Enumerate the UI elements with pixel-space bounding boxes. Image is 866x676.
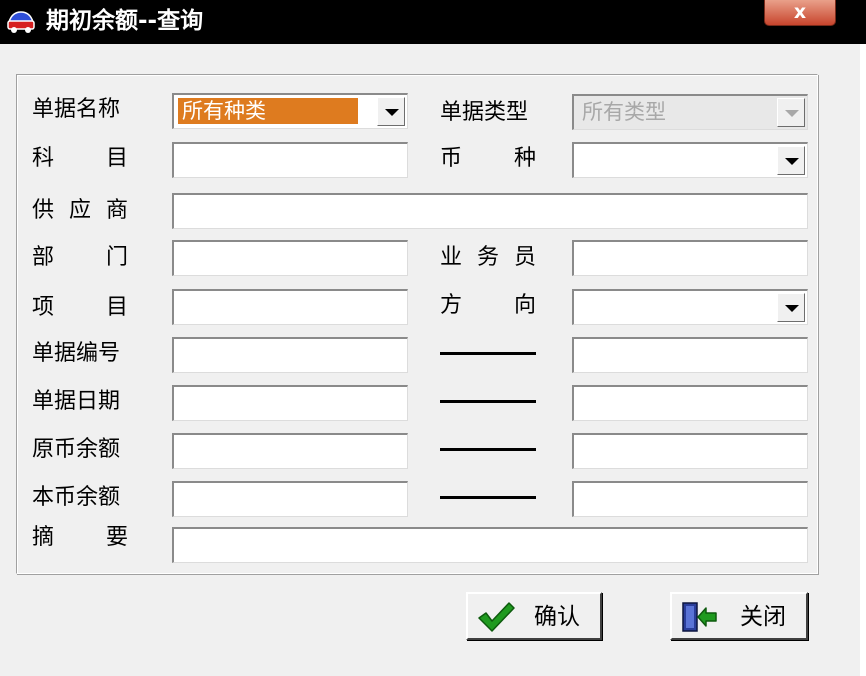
doc-name-dropdown[interactable]: 所有种类 [172, 93, 408, 129]
summary-input[interactable] [172, 527, 808, 563]
confirm-button-label: 确认 [534, 604, 580, 630]
label-subject: 科 目 [32, 145, 128, 173]
label-salesperson-char: 务 [476, 245, 499, 270]
label-supplier-char: 应 [68, 198, 91, 223]
supplier-input[interactable] [172, 193, 808, 229]
car-app-icon [7, 11, 35, 33]
label-direction: 方 向 [440, 292, 536, 320]
direction-dropdown[interactable] [572, 289, 808, 325]
doc-date-to-input[interactable] [572, 385, 808, 421]
window-close-button[interactable]: x [764, 0, 836, 26]
subject-input[interactable] [172, 142, 408, 178]
project-input[interactable] [172, 289, 408, 325]
label-project-char: 项 [32, 295, 55, 320]
confirm-button[interactable]: 确认 [466, 592, 602, 640]
label-doc-type: 单据类型 [440, 100, 529, 125]
label-doc-date: 单据日期 [32, 389, 121, 414]
label-direction-char: 方 [440, 293, 463, 318]
range-separator [440, 448, 536, 451]
exit-door-icon [682, 602, 717, 632]
range-separator [440, 400, 536, 403]
orig-balance-from-input[interactable] [172, 433, 408, 469]
label-project: 项 目 [32, 294, 128, 322]
dropdown-arrow-icon [777, 98, 805, 127]
checkmark-icon [478, 602, 515, 632]
label-doc-number: 单据编号 [32, 341, 121, 366]
dropdown-arrow-icon[interactable] [777, 293, 805, 322]
label-department: 部 门 [32, 244, 128, 272]
label-currency-char: 种 [513, 146, 536, 171]
currency-dropdown[interactable] [572, 142, 808, 178]
salesperson-input[interactable] [572, 240, 808, 276]
title-bar: 期初余额--查询 [0, 0, 866, 44]
orig-balance-to-input[interactable] [572, 433, 808, 469]
local-balance-to-input[interactable] [572, 481, 808, 517]
label-doc-name: 单据名称 [32, 97, 121, 122]
label-supplier-char: 供 [32, 198, 55, 223]
range-separator [440, 496, 536, 499]
label-subject-char: 目 [105, 146, 128, 171]
label-summary-char: 摘 [32, 525, 55, 550]
label-department-char: 部 [32, 245, 55, 270]
label-summary-char: 要 [105, 525, 128, 550]
label-currency-char: 币 [440, 146, 463, 171]
label-department-char: 门 [105, 245, 128, 270]
local-balance-from-input[interactable] [172, 481, 408, 517]
label-summary: 摘 要 [32, 524, 128, 552]
close-button-label: 关闭 [740, 604, 786, 630]
window-edge [860, 44, 866, 676]
range-separator [440, 352, 536, 355]
doc-number-to-input[interactable] [572, 337, 808, 373]
label-subject-char: 科 [32, 146, 55, 171]
doc-type-selected-value: 所有类型 [582, 100, 666, 124]
dropdown-arrow-icon[interactable] [377, 97, 405, 126]
label-supplier: 供 应 商 [32, 197, 128, 225]
doc-type-dropdown: 所有类型 [572, 94, 808, 130]
label-salesperson: 业 务 员 [440, 244, 536, 272]
label-local-balance: 本币余额 [32, 485, 121, 510]
label-salesperson-char: 员 [513, 245, 536, 270]
label-orig-balance: 原币余额 [32, 437, 121, 462]
label-salesperson-char: 业 [440, 245, 463, 270]
doc-name-selected-value: 所有种类 [178, 98, 358, 124]
close-button[interactable]: 关闭 [670, 592, 808, 640]
doc-number-from-input[interactable] [172, 337, 408, 373]
department-input[interactable] [172, 240, 408, 276]
label-supplier-char: 商 [105, 198, 128, 223]
doc-date-from-input[interactable] [172, 385, 408, 421]
label-project-char: 目 [105, 295, 128, 320]
dropdown-arrow-icon[interactable] [777, 146, 805, 175]
label-currency: 币 种 [440, 145, 536, 173]
window-title: 期初余额--查询 [46, 8, 204, 34]
label-direction-char: 向 [513, 293, 536, 318]
